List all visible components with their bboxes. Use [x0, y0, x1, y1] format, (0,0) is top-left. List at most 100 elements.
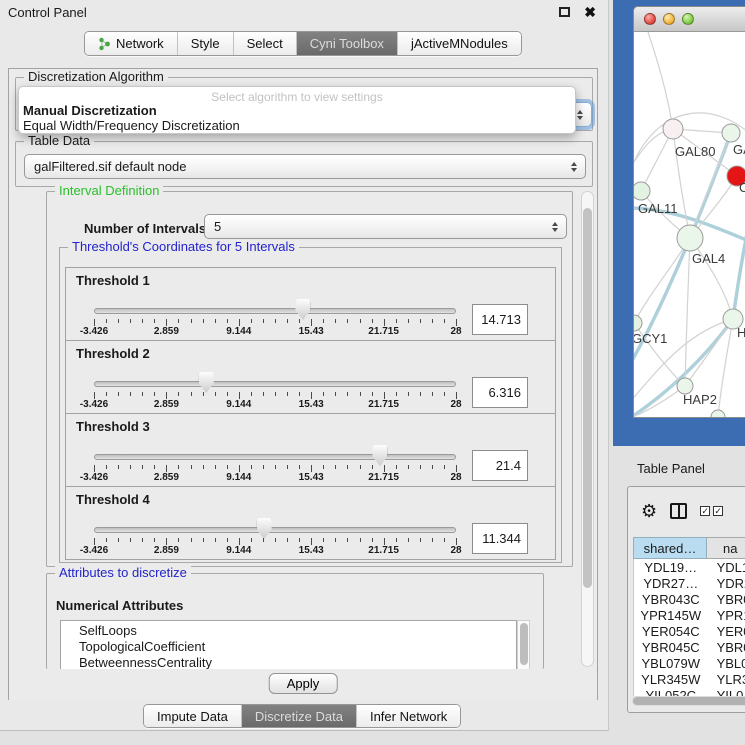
tab-discretize-data[interactable]: Discretize Data: [241, 705, 356, 727]
table-row[interactable]: YLR345WYLR3: [634, 671, 745, 687]
cell-shared-name[interactable]: YPR145W: [634, 608, 708, 623]
tick-mark: [444, 465, 445, 469]
slider-thumb[interactable]: [257, 518, 272, 539]
cell-shared-name[interactable]: YBL079W: [634, 656, 708, 671]
tick-mark: [215, 319, 216, 323]
attribute-item[interactable]: SelfLoops: [79, 623, 516, 639]
slider-thumb[interactable]: [295, 299, 310, 320]
number-of-intervals-combobox[interactable]: 5: [204, 214, 567, 239]
checkbox-icon[interactable]: ✓: [713, 506, 723, 516]
tab-style[interactable]: Style: [177, 32, 233, 55]
cell-name[interactable]: YDR2: [708, 576, 745, 591]
cell-shared-name[interactable]: YDR27…: [634, 576, 708, 591]
thresholds-coordinates-group: Threshold's Coordinates for 5 Intervals …: [59, 247, 562, 563]
attribute-item[interactable]: BetweennessCentrality: [79, 655, 516, 670]
tick-mark: [372, 319, 373, 323]
dropdown-option-equal-width-frequency[interactable]: Equal Width/Frequency Discretization: [23, 118, 240, 133]
apply-button[interactable]: Apply: [269, 673, 338, 694]
cell-shared-name[interactable]: YBR045C: [634, 640, 708, 655]
cell-name[interactable]: YLR3: [708, 672, 745, 687]
network-nodes[interactable]: [634, 119, 745, 418]
table-row[interactable]: YER054CYER0: [634, 623, 745, 639]
minimize-traffic-light-icon[interactable]: [663, 13, 675, 25]
tick-mark: [251, 465, 252, 469]
slider-thumb[interactable]: [199, 372, 214, 393]
tab-label: Impute Data: [157, 709, 228, 724]
table-data-combobox[interactable]: galFiltered.sif default node: [24, 154, 586, 179]
tab-cyni-toolbox[interactable]: Cyni Toolbox: [296, 32, 397, 55]
tick-mark: [251, 538, 252, 542]
threshold-value-field[interactable]: 21.4: [472, 450, 528, 481]
close-icon[interactable]: ✖: [584, 7, 596, 17]
node-gal80[interactable]: [663, 119, 683, 139]
tick-mark: [142, 465, 143, 469]
group-title: Attributes to discretize: [55, 566, 191, 580]
threshold-value-field[interactable]: 14.713: [472, 304, 528, 335]
table-row[interactable]: YIL052CYIL0: [634, 687, 745, 696]
float-window-icon[interactable]: [559, 7, 570, 17]
threshold-value-field[interactable]: 6.316: [472, 377, 528, 408]
tick-mark: [287, 538, 288, 542]
table-row[interactable]: YDR27…YDR2: [634, 575, 745, 591]
tick-mark: [347, 465, 348, 469]
slider-track[interactable]: [94, 454, 456, 460]
table-row[interactable]: YBL079WYBL0: [634, 655, 745, 671]
slider-track[interactable]: [94, 381, 456, 387]
node-bottom[interactable]: [711, 410, 725, 418]
node-gcy1[interactable]: [634, 315, 642, 331]
checkbox-icon[interactable]: ✓: [700, 506, 710, 516]
vertical-scrollbar[interactable]: [581, 191, 594, 667]
tab-jactivemnodules[interactable]: jActiveMNodules: [397, 32, 521, 55]
node-gal4[interactable]: [677, 225, 703, 251]
cell-shared-name[interactable]: YDL19…: [634, 560, 708, 575]
scrollbar-thumb[interactable]: [633, 697, 745, 705]
table-row[interactable]: YDL19…YDL1: [634, 559, 745, 575]
network-graph-canvas[interactable]: GAL80 GA C GAL11 GAL4 GCY1 H HAP2: [634, 32, 745, 418]
cell-name[interactable]: YBL0: [708, 656, 745, 671]
numerical-attributes-list[interactable]: SelfLoopsTopologicalCoefficientBetweenne…: [60, 620, 517, 670]
table-row[interactable]: YPR145WYPR1: [634, 607, 745, 623]
split-panel-icon[interactable]: [670, 503, 687, 519]
cell-shared-name[interactable]: YBR043C: [634, 592, 708, 607]
tick-label: 2.859: [154, 399, 179, 410]
column-header-name[interactable]: na: [707, 537, 745, 559]
zoom-traffic-light-icon[interactable]: [682, 13, 694, 25]
cell-name[interactable]: YIL0: [708, 688, 745, 697]
attribute-item[interactable]: TopologicalCoefficient: [79, 639, 516, 655]
cell-name[interactable]: YBR0: [708, 640, 745, 655]
slider-track[interactable]: [94, 527, 456, 533]
scrollbar-thumb[interactable]: [520, 623, 528, 665]
list-scrollbar[interactable]: [517, 620, 530, 670]
tab-impute-data[interactable]: Impute Data: [144, 705, 241, 727]
close-traffic-light-icon[interactable]: [644, 13, 656, 25]
tick-mark: [311, 319, 312, 326]
tick-mark: [432, 392, 433, 396]
node-top-right[interactable]: [722, 124, 740, 142]
horizontal-scrollbar[interactable]: [632, 696, 745, 706]
cell-name[interactable]: YDL1: [708, 560, 745, 575]
threshold-value-field[interactable]: 11.344: [472, 523, 528, 554]
cell-name[interactable]: YPR1: [708, 608, 745, 623]
tab-select[interactable]: Select: [233, 32, 296, 55]
cell-shared-name[interactable]: YLR345W: [634, 672, 708, 687]
tick-mark: [166, 392, 167, 399]
node-gal11[interactable]: [634, 182, 650, 200]
tick-mark: [239, 538, 240, 545]
tick-mark: [142, 319, 143, 323]
tab-infer-network[interactable]: Infer Network: [356, 705, 460, 727]
cell-shared-name[interactable]: YIL052C: [634, 688, 708, 697]
cell-shared-name[interactable]: YER054C: [634, 624, 708, 639]
table-row[interactable]: YBR043CYBR0: [634, 591, 745, 607]
cell-name[interactable]: YER0: [708, 624, 745, 639]
slider-thumb[interactable]: [372, 445, 387, 466]
column-header-shared-name[interactable]: shared…: [633, 537, 707, 559]
tick-mark: [396, 392, 397, 396]
slider-track[interactable]: [94, 308, 456, 314]
tab-network[interactable]: Network: [85, 32, 177, 55]
table-row[interactable]: YBR045CYBR0: [634, 639, 745, 655]
tick-label: 15.43: [299, 326, 324, 337]
dropdown-option-manual-discretization[interactable]: Manual Discretization: [23, 103, 157, 118]
gear-icon[interactable]: ⚙: [641, 501, 657, 522]
scrollbar-thumb[interactable]: [583, 208, 592, 588]
cell-name[interactable]: YBR0: [708, 592, 745, 607]
